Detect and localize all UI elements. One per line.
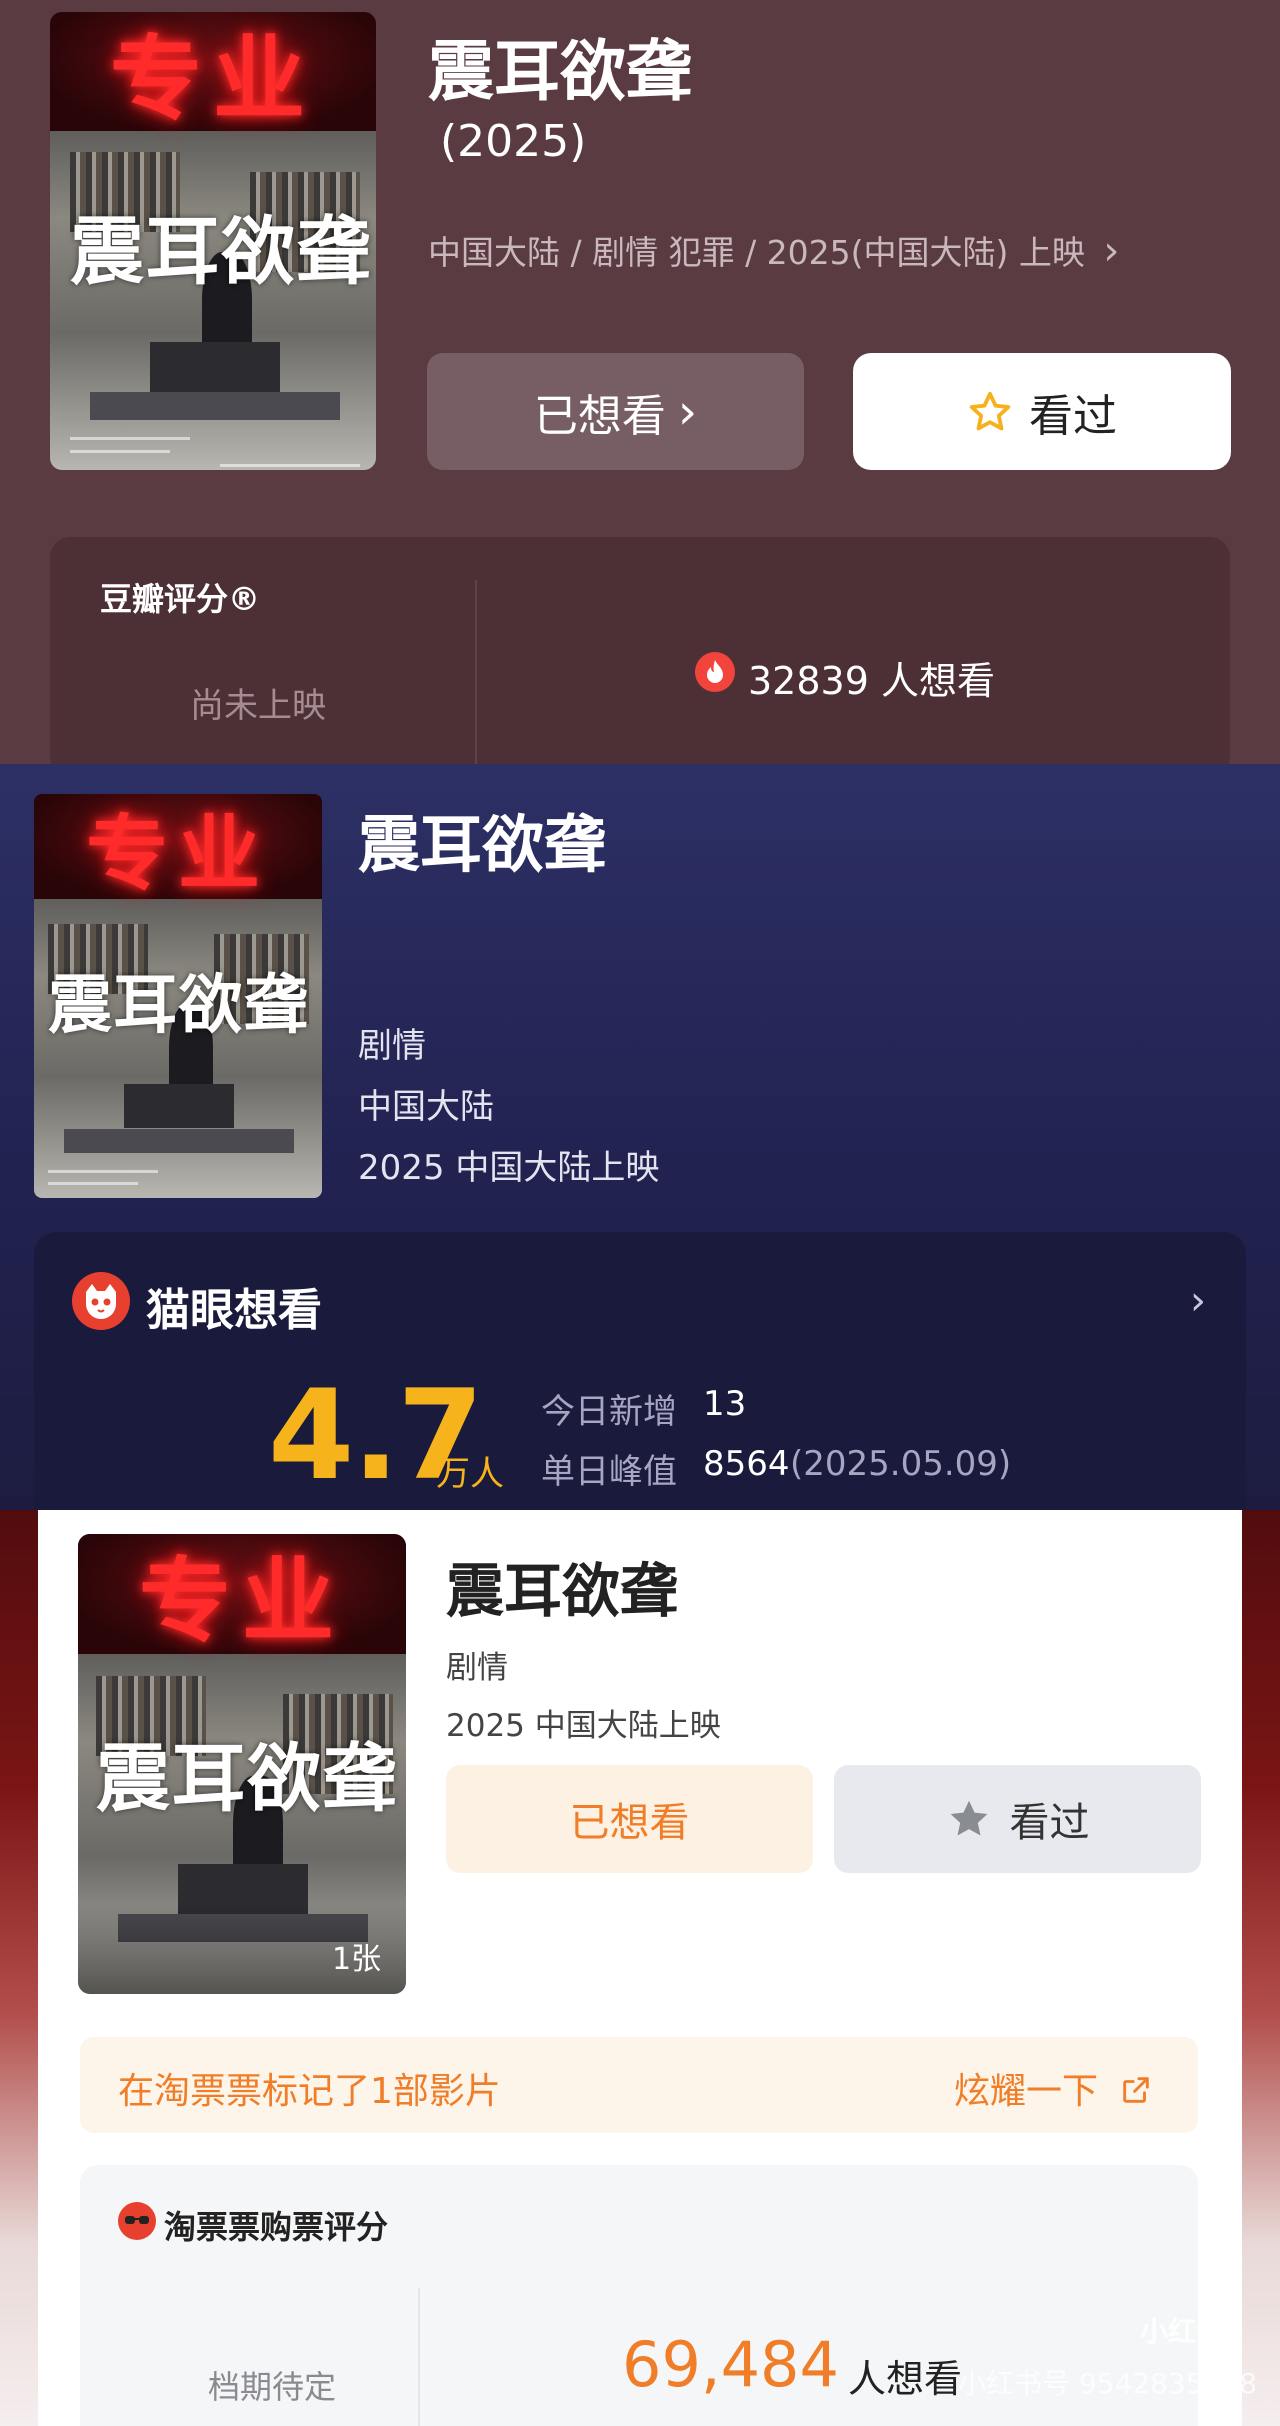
want-count: 32839 人想看	[748, 659, 995, 703]
want-to-watch-button[interactable]: 已想看 ›	[427, 353, 804, 470]
movie-meta-text: 中国大陆 / 剧情 犯罪 / 2025(中国大陆) 上映	[428, 233, 1085, 272]
want-unit: 人想看	[848, 2357, 963, 2401]
rating-status: 尚未上映	[190, 686, 326, 726]
maoyan-want-title: 猫眼想看	[146, 1285, 322, 1336]
cat-logo-icon	[72, 1272, 130, 1330]
watched-button-label: 看过	[1009, 1800, 1090, 1846]
taopiaopiao-section: 专业 震耳欲聋 1张 震耳欲聋 剧情 2025 中国大陆上映 已想看 看过 在淘…	[0, 1510, 1280, 2426]
watermark-id: 小红书号 9542835038	[958, 2367, 1258, 2400]
marked-films-text: 在淘票票标记了1部影片	[118, 2071, 501, 2112]
maoyan-section: 专业 震耳欲聋 震耳欲聋 剧情 中国大陆 2025 中国大陆上映 猫眼想看 › …	[0, 764, 1280, 1532]
daily-peak-label: 单日峰值	[541, 1452, 677, 1492]
share-icon	[1123, 2077, 1150, 2103]
today-new-value: 13	[703, 1384, 747, 1424]
movie-year: (2025)	[440, 116, 587, 167]
chevron-right-icon: ›	[1103, 228, 1120, 274]
douban-rating-card	[50, 537, 1230, 777]
movie-poster[interactable]: 专业 震耳欲聋	[34, 794, 322, 1198]
movie-region: 中国大陆	[358, 1087, 494, 1127]
movie-poster[interactable]: 专业 震耳欲聋	[78, 1534, 406, 1994]
movie-title: 震耳欲聋	[358, 808, 607, 881]
taopiaopiao-logo-icon	[118, 2202, 156, 2240]
today-new-label: 今日新增	[541, 1392, 677, 1432]
poster-neon-sign: 专业	[34, 794, 322, 902]
daily-peak-value: 8564	[703, 1444, 790, 1484]
poster-neon-sign: 专业	[50, 12, 376, 133]
poster-title-text: 震耳欲聋	[96, 1736, 398, 1822]
poster-title-text: 震耳欲聋	[70, 209, 372, 295]
chevron-right-icon: ›	[677, 383, 698, 440]
star-icon	[950, 1800, 987, 1836]
divider	[418, 2288, 420, 2426]
watermark-logo: 小红书	[1140, 2315, 1225, 2348]
douban-section: 专业 震耳欲聋 震耳欲聋 (2025) 中国大陆 / 剧情 犯罪 / 2025(…	[0, 0, 1280, 777]
movie-title: 震耳欲聋	[428, 33, 692, 110]
photo-count: 1张	[332, 1942, 382, 1977]
movie-genre: 剧情	[446, 1650, 508, 1686]
poster-title-text: 震耳欲聋	[48, 968, 310, 1043]
watched-button[interactable]: 看过	[834, 1765, 1201, 1873]
douban-rating-title: 豆瓣评分®	[100, 580, 261, 618]
movie-genre: 剧情	[358, 1026, 426, 1066]
movie-poster[interactable]: 专业 震耳欲聋	[50, 12, 376, 470]
star-icon	[969, 391, 1011, 430]
show-off-label: 炫耀一下	[954, 2071, 1099, 2112]
watched-button[interactable]: 看过	[853, 353, 1231, 470]
divider	[475, 580, 477, 764]
want-number: 69,484	[622, 2328, 839, 2401]
daily-peak-date: (2025.05.09)	[790, 1444, 1012, 1484]
movie-title: 震耳欲聋	[446, 1557, 679, 1625]
taopiaopiao-rating-title: 淘票票购票评分	[164, 2208, 389, 2246]
want-total-unit: 万人	[436, 1454, 504, 1494]
watched-button-label: 看过	[1029, 390, 1117, 442]
movie-meta-link[interactable]: 中国大陆 / 剧情 犯罪 / 2025(中国大陆) 上映 ›	[428, 226, 1119, 274]
show-off-link[interactable]: 炫耀一下	[954, 2062, 1153, 2114]
movie-release: 2025 中国大陆上映	[446, 1708, 721, 1744]
movie-release: 2025 中国大陆上映	[358, 1148, 660, 1188]
schedule-status: 档期待定	[208, 2368, 337, 2406]
want-button-label: 已想看	[533, 390, 666, 442]
want-to-watch-button[interactable]: 已想看	[446, 1765, 813, 1873]
poster-neon-sign: 专业	[78, 1534, 406, 1655]
chevron-right-icon[interactable]: ›	[1190, 1278, 1206, 1324]
flame-icon	[695, 652, 735, 692]
